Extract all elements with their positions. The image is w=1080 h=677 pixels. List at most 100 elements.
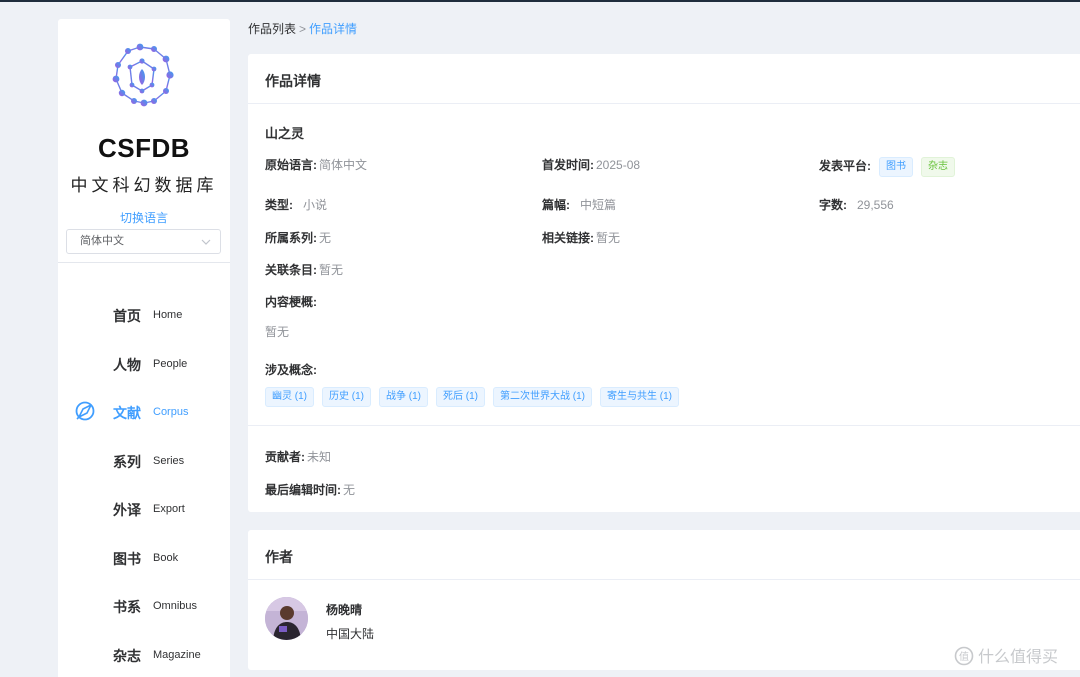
chevron-down-icon — [201, 239, 211, 245]
csfdb-logo-icon — [112, 43, 174, 107]
breadcrumb-current: 作品详情 — [309, 22, 358, 36]
field-value: 简体中文 — [319, 158, 368, 172]
field-related-entries: 关联条目: 暂无 — [265, 261, 343, 278]
sidebar: CSFDB 中文科幻数据库 切换语言 简体中文 首页 Home 人物 Peopl… — [58, 19, 230, 677]
person-icon — [265, 597, 308, 640]
field-label: 关联条目: — [265, 263, 317, 277]
field-label: 篇幅: — [542, 198, 570, 212]
concept-tag[interactable]: 幽灵 (1) — [265, 387, 314, 407]
brand-name: CSFDB — [97, 133, 191, 163]
platform-tag[interactable]: 杂志 — [921, 157, 955, 177]
sidebar-item-label-en: Book — [153, 552, 179, 564]
sidebar-item-label: 图书 — [113, 551, 141, 567]
field-platform: 发表平台: 图书 杂志 — [819, 157, 955, 177]
field-synopsis: 内容梗概: — [265, 293, 317, 310]
concept-tag[interactable]: 死后 (1) — [436, 387, 485, 407]
sidebar-divider — [58, 262, 230, 263]
svg-text:值: 值 — [959, 650, 969, 663]
sidebar-item-label-en: Series — [153, 455, 185, 467]
top-border — [0, 0, 1080, 2]
brand-subtitle: 中文科幻数据库 — [70, 176, 218, 195]
sidebar-item-label-en: Home — [153, 309, 183, 321]
watermark: 值 什么值得买 — [954, 643, 1058, 667]
work-detail-card: 作品详情 山之灵 原始语言: 简体中文 首发时间: 2025-08 发表平台: 图书杂… — [248, 54, 1080, 512]
card-title: 作者 — [265, 549, 293, 565]
card-title: 作品详情 — [265, 73, 321, 89]
field-original-language: 原始语言: 简体中文 — [265, 156, 367, 173]
field-value: 无 — [343, 483, 356, 497]
breadcrumb-parent[interactable]: 作品列表 — [248, 22, 296, 36]
field-label: 字数: — [819, 198, 847, 212]
field-label: 内容梗概: — [265, 295, 317, 309]
concept-tag[interactable]: 战争 (1) — [379, 387, 428, 407]
sidebar-item-book[interactable]: 图书 Book — [58, 544, 230, 574]
sidebar-item-label: 人物 — [113, 357, 141, 373]
field-series: 所属系列: 无 — [265, 229, 331, 246]
field-value: 小说 — [303, 198, 328, 212]
sidebar-item-label: 外译 — [113, 502, 141, 518]
field-related-links: 相关链接: 暂无 — [542, 229, 620, 246]
section-divider — [248, 425, 1080, 426]
sidebar-item-people[interactable]: 人物 People — [58, 350, 230, 380]
watermark-text: 什么值得买 — [978, 649, 1059, 666]
sidebar-item-label: 系列 — [113, 454, 141, 470]
sidebar-item-export[interactable]: 外译 Export — [58, 495, 230, 525]
field-label: 所属系列: — [265, 231, 317, 245]
sidebar-item-label-en: Corpus — [153, 406, 189, 418]
sidebar-item-magazine[interactable]: 杂志 Magazine — [58, 641, 230, 671]
sidebar-item-label-en: Omnibus — [153, 600, 198, 612]
field-value: 中短篇 — [580, 198, 617, 212]
concept-tag[interactable]: 寄生与共生 (1) — [600, 387, 679, 407]
field-label: 类型: — [265, 198, 293, 212]
card-header-divider — [248, 103, 1080, 104]
work-title: 山之灵 — [265, 126, 305, 141]
sidebar-item-label-en: People — [153, 358, 188, 370]
field-value: 无 — [319, 231, 332, 245]
field-word-count: 字数: 29,556 — [819, 196, 894, 213]
field-label: 最后编辑时间: — [265, 483, 341, 497]
field-contributor: 贡献者: 未知 — [265, 448, 331, 465]
watermark-logo-icon: 值 — [954, 646, 974, 666]
language-select-value: 简体中文 — [80, 235, 124, 247]
sidebar-item-label: 杂志 — [113, 648, 141, 664]
field-label: 贡献者: — [265, 450, 305, 464]
author-name[interactable]: 杨晚晴 — [326, 601, 362, 618]
compass-icon — [75, 401, 95, 421]
field-last-edited: 最后编辑时间: 无 — [265, 481, 355, 498]
concept-tag[interactable]: 历史 (1) — [322, 387, 371, 407]
sidebar-item-label: 文献 — [113, 405, 141, 421]
breadcrumb-separator-icon: > — [299, 22, 307, 36]
concept-tag-list: 幽灵 (1) 历史 (1) 战争 (1) 死后 (1) 第二次世界大战 (1) 寄生与共生… — [265, 387, 687, 407]
field-label: 涉及概念: — [265, 363, 317, 377]
sidebar-item-label: 首页 — [113, 308, 141, 324]
author-region: 中国大陆 — [326, 627, 375, 641]
sidebar-item-label: 书系 — [113, 599, 141, 615]
field-value: 未知 — [307, 450, 332, 464]
field-value: 暂无 — [319, 263, 344, 277]
sidebar-item-home[interactable]: 首页 Home — [58, 301, 230, 331]
sidebar-item-series[interactable]: 系列 Series — [58, 447, 230, 477]
sidebar-item-corpus[interactable]: 文献 Corpus — [58, 398, 230, 428]
sidebar-item-label-en: Magazine — [153, 649, 201, 661]
field-label: 发表平台: — [819, 159, 871, 174]
field-value: 暂无 — [596, 231, 621, 245]
author-avatar[interactable] — [265, 597, 308, 640]
breadcrumb: 作品列表 > 作品详情 — [248, 20, 357, 37]
synopsis-value: 暂无 — [265, 325, 290, 339]
field-first-published: 首发时间: 2025-08 — [542, 156, 640, 173]
field-length: 篇幅: 中短篇 — [542, 196, 616, 213]
field-label: 原始语言: — [265, 158, 317, 172]
field-type: 类型: 小说 — [265, 196, 327, 213]
concept-tag[interactable]: 第二次世界大战 (1) — [493, 387, 592, 407]
language-select[interactable]: 简体中文 — [66, 229, 221, 254]
field-value: 29,556 — [857, 198, 894, 212]
sidebar-item-label-en: Export — [153, 503, 185, 515]
field-concepts: 涉及概念: — [265, 361, 317, 378]
language-switch-label: 切换语言 — [119, 211, 168, 225]
field-label: 相关链接: — [542, 231, 594, 245]
platform-tag[interactable]: 图书 — [879, 157, 913, 177]
sidebar-item-omnibus[interactable]: 书系 Omnibus — [58, 592, 230, 622]
card-header-divider — [248, 579, 1080, 580]
field-label: 首发时间: — [542, 158, 594, 172]
field-value: 2025-08 — [596, 158, 641, 172]
